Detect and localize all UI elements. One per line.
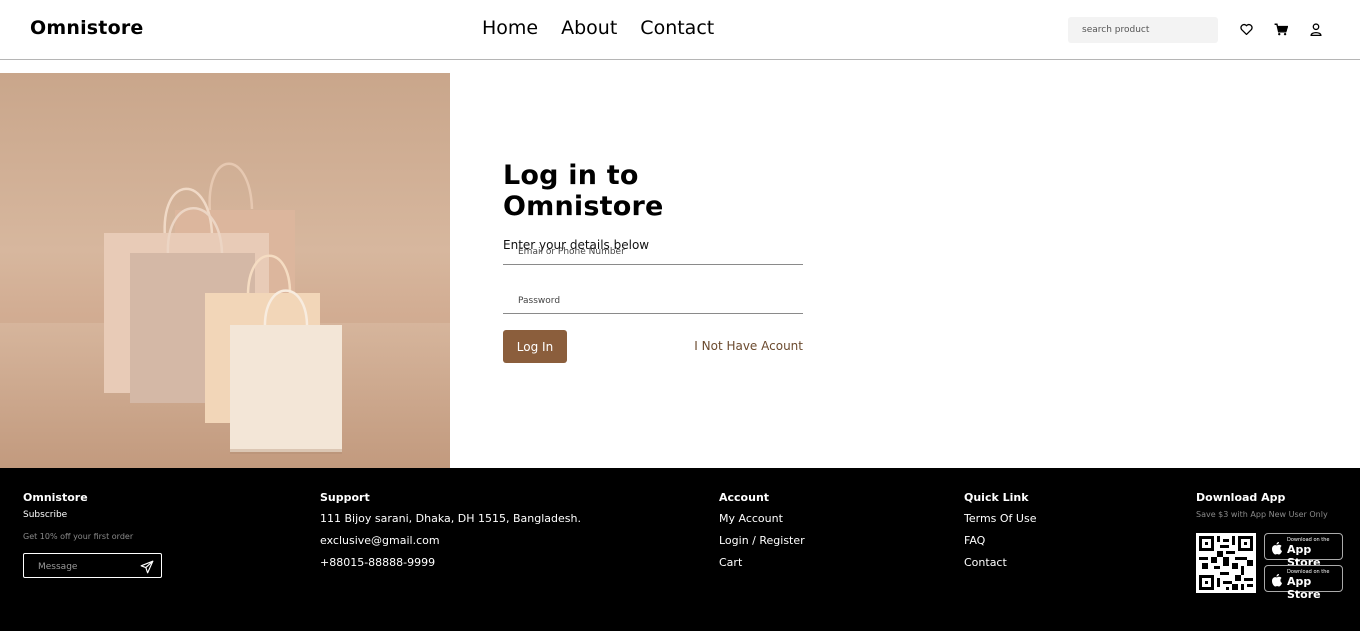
brand-logo[interactable]: Omnistore: [30, 17, 144, 39]
site-footer: Omnistore Subscribe Get 10% off your fir…: [0, 468, 1360, 631]
cart-icon[interactable]: [1274, 22, 1288, 36]
nav-about[interactable]: About: [561, 17, 617, 39]
app-store-button[interactable]: Download on the App Store: [1264, 533, 1343, 569]
heart-icon[interactable]: [1239, 22, 1253, 36]
footer-link-my-account[interactable]: My Account: [719, 512, 805, 525]
message-input[interactable]: [24, 555, 134, 579]
quicklink-title: Quick Link: [964, 491, 1029, 504]
footer-link-contact[interactable]: Contact: [964, 556, 1036, 569]
nav-contact[interactable]: Contact: [640, 17, 714, 39]
user-icon[interactable]: [1309, 22, 1323, 36]
footer-brand-title: Omnistore: [23, 491, 88, 504]
offer-text: Get 10% off your first order: [23, 532, 134, 541]
login-button[interactable]: Log In: [503, 330, 567, 363]
account-title: Account: [719, 491, 770, 504]
shopping-bags-illustration: [0, 162, 450, 468]
footer-download-column: Download App Save $3 with App New User O…: [1196, 491, 1328, 519]
footer-link-login-register[interactable]: Login / Register: [719, 534, 805, 547]
app-store-button-2[interactable]: Download on the App Store: [1264, 565, 1343, 601]
subscribe-label: Subscribe: [23, 510, 68, 520]
apple-icon: [1271, 540, 1283, 555]
footer-link-cart[interactable]: Cart: [719, 556, 805, 569]
footer-quicklink-column: Quick Link Terms Of Use FAQ Contact: [964, 491, 1036, 569]
qr-code-image: [1196, 533, 1256, 593]
hero-image-shopping-bags: [0, 73, 450, 468]
site-header: Omnistore Home About Contact: [0, 0, 1360, 60]
support-title: Support: [320, 491, 370, 504]
login-title: Log in to Omnistore: [503, 160, 664, 222]
search-input[interactable]: [1068, 17, 1218, 43]
footer-account-column: Account My Account Login / Register Cart: [719, 491, 805, 569]
password-field[interactable]: [503, 288, 803, 314]
support-email[interactable]: exclusive@gmail.com: [320, 534, 581, 547]
nav-home[interactable]: Home: [482, 17, 538, 39]
apple-icon: [1271, 572, 1283, 587]
footer-link-faq[interactable]: FAQ: [964, 534, 1036, 547]
store-big-label: App Store: [1287, 575, 1321, 601]
download-title: Download App: [1196, 491, 1286, 504]
register-link[interactable]: I Not Have Acount: [694, 339, 803, 353]
send-icon[interactable]: [140, 559, 154, 574]
email-field[interactable]: [503, 239, 803, 265]
footer-brand-column: Omnistore Subscribe Get 10% off your fir…: [23, 491, 133, 541]
support-address: 111 Bijoy sarani, Dhaka, DH 1515, Bangla…: [320, 512, 581, 525]
support-phone[interactable]: +88015-88888-9999: [320, 556, 581, 569]
login-form: Log in to Omnistore Enter your details b…: [503, 160, 803, 363]
download-note: Save $3 with App New User Only: [1196, 510, 1328, 519]
footer-link-terms[interactable]: Terms Of Use: [964, 512, 1036, 525]
subscribe-form: [23, 553, 162, 579]
main-nav: Home About Contact: [482, 17, 737, 39]
footer-support-column: Support 111 Bijoy sarani, Dhaka, DH 1515…: [320, 491, 581, 569]
